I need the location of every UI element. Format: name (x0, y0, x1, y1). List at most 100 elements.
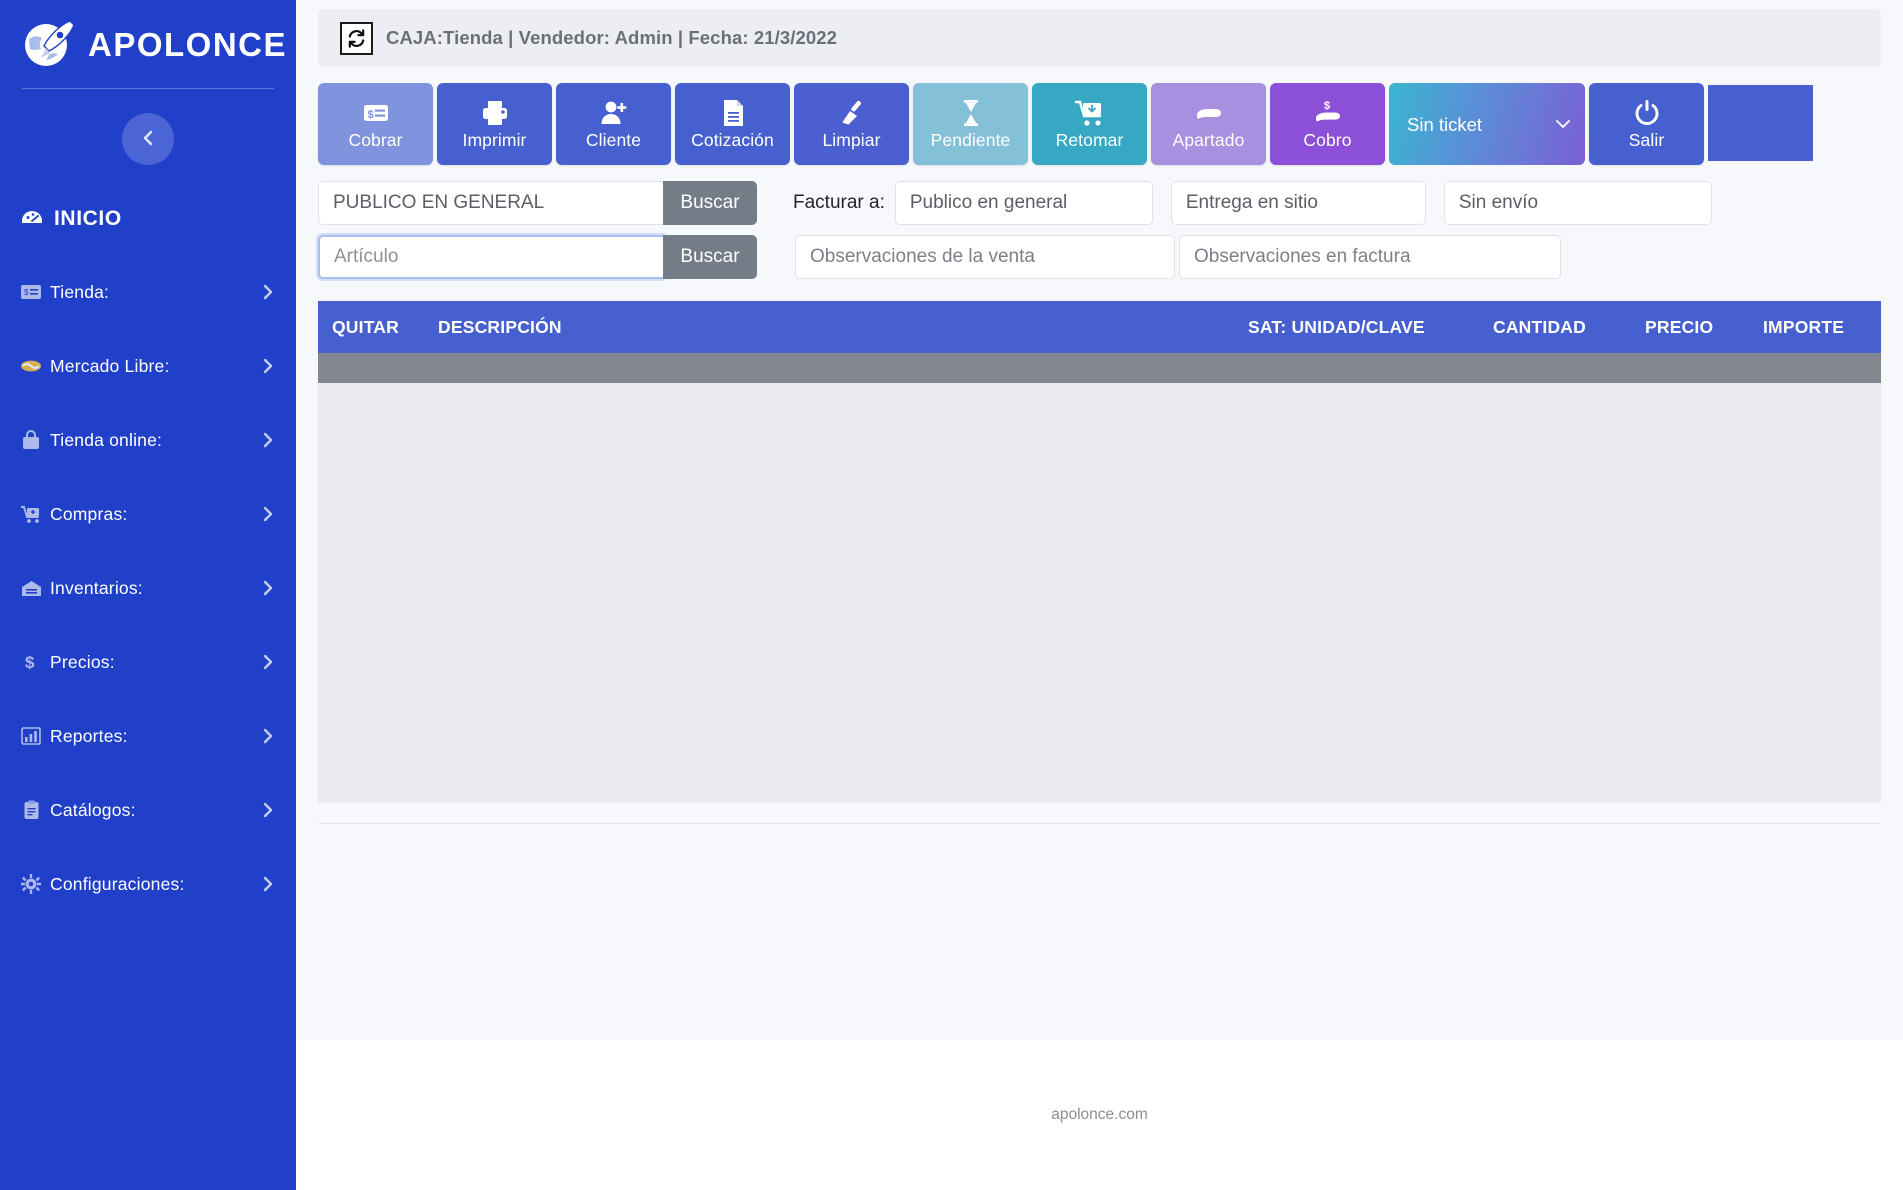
shopping-bag-icon (20, 430, 42, 450)
cobrar-button-label: Cobrar (348, 130, 403, 151)
sidebar-item-mercado-libre-label: Mercado Libre: (50, 355, 170, 376)
sidebar-item-tienda[interactable]: $ Tienda: (0, 255, 296, 329)
dashboard-icon (20, 205, 44, 234)
extra-blank-panel[interactable] (1708, 85, 1813, 161)
sidebar-item-tienda-label: Tienda: (50, 281, 110, 302)
chevron-right-icon (262, 358, 274, 374)
app-root: APOLONCE INICIO $ Tienda: Mercado Libre:… (0, 0, 1903, 1190)
cart-down-icon (1074, 98, 1105, 128)
warehouse-icon (20, 580, 42, 597)
hand-hold-icon (1194, 98, 1224, 128)
imprimir-button-label: Imprimir (462, 130, 527, 151)
sidebar-item-mercado-libre[interactable]: Mercado Libre: (0, 329, 296, 403)
sidebar-item-inicio[interactable]: INICIO (0, 197, 296, 241)
cash-note-icon: $ (361, 98, 391, 128)
table-body-empty (318, 383, 1881, 803)
client-search-button[interactable]: Buscar (663, 181, 757, 225)
retomar-button-label: Retomar (1055, 130, 1124, 151)
limpiar-button-label: Limpiar (822, 130, 881, 151)
main-content: CAJA:Tienda | Vendedor: Admin | Fecha: 2… (296, 0, 1903, 1190)
entrega-field[interactable] (1170, 181, 1426, 225)
cobro-button[interactable]: $ Cobro (1270, 83, 1385, 165)
cart-plus-icon (20, 505, 42, 524)
status-bar: CAJA:Tienda | Vendedor: Admin | Fecha: 2… (318, 9, 1881, 67)
svg-text:$: $ (1324, 100, 1330, 112)
observaciones-factura-field[interactable] (1179, 235, 1561, 279)
broom-icon (837, 98, 867, 128)
sidebar-item-reportes-label: Reportes: (50, 725, 128, 746)
sidebar-item-catalogos-label: Catálogos: (50, 799, 136, 820)
table-subheader-strip (318, 353, 1881, 383)
user-plus-icon (599, 98, 629, 128)
table-header-row: QUITAR DESCRIPCIÓN SAT: UNIDAD/CLAVE CAN… (318, 301, 1881, 353)
cotizacion-button[interactable]: Cotización (675, 83, 790, 165)
cliente-button[interactable]: Cliente (556, 83, 671, 165)
apartado-button-label: Apartado (1172, 130, 1245, 151)
handshake-icon (20, 358, 42, 374)
observaciones-venta-field[interactable] (795, 235, 1175, 279)
envio-field[interactable] (1443, 181, 1712, 225)
chevron-right-icon (262, 802, 274, 818)
sidebar-collapse-button[interactable] (122, 113, 174, 165)
client-search-input[interactable] (318, 181, 663, 225)
chevron-right-icon (262, 506, 274, 522)
hand-money-icon: $ (1313, 98, 1343, 128)
limpiar-button[interactable]: Limpiar (794, 83, 909, 165)
sidebar-item-configuraciones-label: Configuraciones: (50, 873, 185, 894)
hourglass-icon (956, 98, 986, 128)
ticket-select[interactable]: Sin ticket (1389, 83, 1585, 165)
svg-text:$: $ (25, 653, 35, 672)
chevron-right-icon (262, 284, 274, 300)
sidebar-nav: $ Tienda: Mercado Libre: Tienda online: (0, 255, 296, 921)
chevron-right-icon (262, 580, 274, 596)
ticket-select-wrap: Sin ticket (1389, 83, 1585, 165)
table-bottom-spacer (318, 803, 1881, 823)
clipboard-icon (20, 800, 42, 820)
power-icon (1632, 98, 1662, 128)
imprimir-button[interactable]: Imprimir (437, 83, 552, 165)
footer: apolonce.com (296, 1040, 1903, 1190)
bar-chart-icon (20, 727, 42, 745)
column-header-sat: SAT: UNIDAD/CLAVE (1248, 316, 1425, 337)
column-header-cantidad: CANTIDAD (1493, 316, 1586, 337)
facturar-cliente-field[interactable] (894, 181, 1153, 225)
form-area: Buscar Facturar a: Buscar (318, 181, 1903, 279)
cobro-button-label: Cobro (1303, 130, 1352, 151)
chevron-right-icon (262, 728, 274, 744)
cobrar-button[interactable]: $ Cobrar (318, 83, 433, 165)
article-search-button[interactable]: Buscar (663, 235, 757, 279)
printer-icon (480, 98, 510, 128)
article-search-input[interactable] (318, 235, 663, 279)
refresh-icon[interactable] (340, 21, 373, 55)
chevron-left-icon (140, 130, 156, 149)
chevron-right-icon (262, 432, 274, 448)
sidebar-item-configuraciones[interactable]: Configuraciones: (0, 847, 296, 921)
sidebar-item-catalogos[interactable]: Catálogos: (0, 773, 296, 847)
salir-button[interactable]: Salir (1589, 83, 1704, 165)
sidebar-item-precios[interactable]: $ Precios: (0, 625, 296, 699)
collapse-wrap (0, 113, 296, 165)
sidebar-item-tienda-online[interactable]: Tienda online: (0, 403, 296, 477)
gear-icon (20, 874, 42, 894)
client-row: Buscar Facturar a: (318, 181, 1903, 225)
retomar-button[interactable]: Retomar (1032, 83, 1147, 165)
content-divider (318, 823, 1881, 824)
cotizacion-button-label: Cotización (691, 130, 774, 151)
rocket-globe-icon (20, 16, 76, 72)
sidebar-item-tienda-online-label: Tienda online: (50, 429, 163, 450)
sidebar-item-inventarios[interactable]: Inventarios: (0, 551, 296, 625)
action-toolbar: $ Cobrar Imprimir Cliente Cotización Lim… (318, 83, 1903, 165)
document-icon (718, 98, 748, 128)
svg-text:$: $ (24, 288, 29, 297)
dollar-icon: $ (20, 652, 42, 672)
sidebar-item-inicio-label: INICIO (54, 207, 122, 230)
sidebar-item-inventarios-label: Inventarios: (50, 577, 143, 598)
pendiente-button[interactable]: Pendiente (913, 83, 1028, 165)
brand[interactable]: APOLONCE (0, 0, 296, 72)
article-row: Buscar (318, 235, 1903, 279)
salir-button-label: Salir (1628, 130, 1665, 151)
sidebar-item-reportes[interactable]: Reportes: (0, 699, 296, 773)
apartado-button[interactable]: Apartado (1151, 83, 1266, 165)
column-header-descripcion: DESCRIPCIÓN (438, 316, 562, 337)
sidebar-item-compras[interactable]: Compras: (0, 477, 296, 551)
